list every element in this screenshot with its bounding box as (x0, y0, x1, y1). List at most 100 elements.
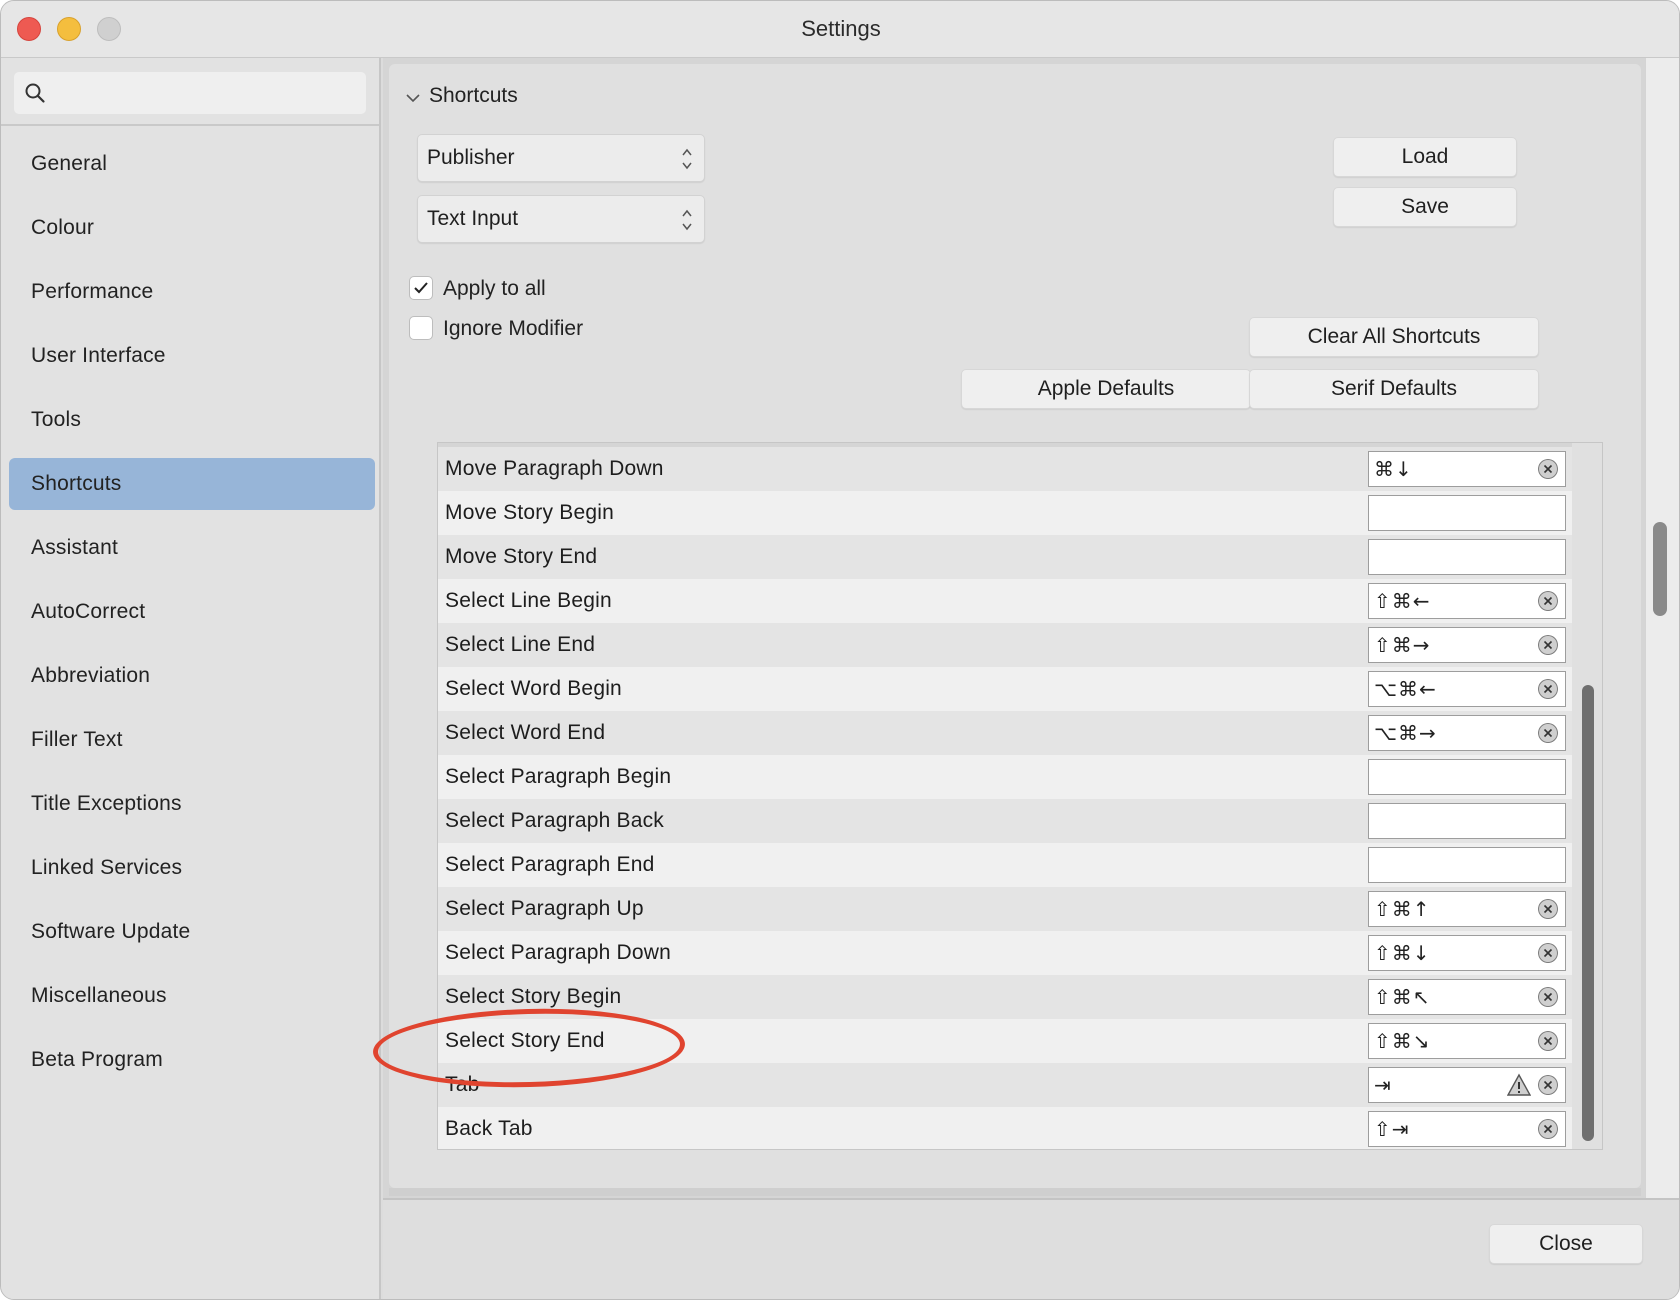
table-row[interactable]: Select Paragraph End (438, 843, 1572, 887)
shortcut-key-field[interactable] (1368, 847, 1566, 883)
shortcut-key-field[interactable] (1368, 803, 1566, 839)
table-row[interactable]: Select Word End ⌥⌘→ (438, 711, 1572, 755)
shortcut-name: Back Tab (445, 1117, 533, 1140)
sidebar-item-software-update[interactable]: Software Update (9, 900, 375, 964)
sidebar-item-general[interactable]: General (9, 132, 375, 196)
shortcut-key-combo: ⇧⌘↖ (1374, 985, 1431, 1009)
clear-shortcut-icon[interactable] (1538, 1075, 1558, 1095)
up-down-arrows-icon (682, 148, 692, 170)
sidebar-item-abbreviation[interactable]: Abbreviation (9, 644, 375, 708)
shortcut-key-field[interactable]: ⇧⌘← (1368, 583, 1566, 619)
shortcut-name: Select Line End (445, 633, 596, 656)
shortcut-key-field[interactable] (1368, 539, 1566, 575)
shortcut-key-combo: ⇧⌘↘ (1374, 1029, 1431, 1053)
chevron-down-icon[interactable] (405, 90, 421, 106)
sidebar-item-beta-program[interactable]: Beta Program (9, 1028, 375, 1092)
main-panel: Shortcuts Publisher Text Input Load Save (383, 58, 1679, 1299)
category-select[interactable]: Text Input (417, 195, 705, 243)
shortcut-name: Select Paragraph Down (445, 941, 671, 964)
search-input[interactable] (58, 78, 354, 108)
shortcut-key-field[interactable]: ⌥⌘← (1368, 671, 1566, 707)
shortcut-key-combo: ⌘↓ (1374, 457, 1413, 481)
table-row[interactable]: Select Line End ⇧⌘→ (438, 623, 1572, 667)
shortcut-key-field[interactable] (1368, 495, 1566, 531)
title-bar: Settings (1, 1, 1679, 58)
shortcut-name: Select Word End (445, 721, 606, 744)
sidebar-item-shortcuts[interactable]: Shortcuts (9, 458, 375, 510)
serif-defaults-button[interactable]: Serif Defaults (1249, 369, 1539, 409)
shortcut-key-combo: ⌥⌘→ (1374, 721, 1437, 745)
shortcut-name: Select Paragraph Begin (445, 765, 672, 788)
table-row[interactable]: Select Paragraph Up ⇧⌘↑ (438, 887, 1572, 931)
sidebar-item-tools[interactable]: Tools (9, 388, 375, 452)
clear-shortcut-icon[interactable] (1538, 723, 1558, 743)
shortcut-key-field[interactable]: ⇧⌘↓ (1368, 935, 1566, 971)
table-row[interactable]: Select Paragraph Begin (438, 755, 1572, 799)
close-button[interactable]: Close (1489, 1224, 1643, 1264)
shortcut-name: Select Paragraph Back (445, 809, 664, 832)
table-row[interactable]: Move Story End (438, 535, 1572, 579)
panel-scrollbar-thumb[interactable] (1653, 522, 1667, 616)
clear-shortcut-icon[interactable] (1538, 899, 1558, 919)
sidebar-item-user-interface[interactable]: User Interface (9, 324, 375, 388)
shortcut-key-field[interactable]: ⇧⌘↖ (1368, 979, 1566, 1015)
search-field[interactable] (14, 72, 366, 114)
clear-shortcut-icon[interactable] (1538, 679, 1558, 699)
application-select[interactable]: Publisher (417, 134, 705, 182)
footer-bar: Close (383, 1198, 1679, 1299)
clear-shortcut-icon[interactable] (1538, 943, 1558, 963)
shortcut-key-field[interactable]: ⇧⌘↑ (1368, 891, 1566, 927)
sidebar-item-miscellaneous[interactable]: Miscellaneous (9, 964, 375, 1028)
sidebar-item-performance[interactable]: Performance (9, 260, 375, 324)
table-scrollbar-thumb[interactable] (1582, 685, 1594, 1141)
shortcut-key-field[interactable]: ⌥⌘→ (1368, 715, 1566, 751)
sidebar-item-linked-services[interactable]: Linked Services (9, 836, 375, 900)
sidebar-item-title-exceptions[interactable]: Title Exceptions (9, 772, 375, 836)
table-row[interactable]: Move Story Begin (438, 491, 1572, 535)
save-button[interactable]: Save (1333, 187, 1517, 227)
sidebar: General Colour Performance User Interface To… (1, 58, 381, 1299)
sidebar-item-autocorrect[interactable]: AutoCorrect (9, 580, 375, 644)
shortcut-name: Move Paragraph Down (445, 457, 664, 480)
apply-to-all-checkbox[interactable] (409, 276, 433, 300)
shortcut-key-field[interactable]: ⇧⇥ (1368, 1111, 1566, 1147)
shortcut-key-combo: ⇧⇥ (1374, 1117, 1410, 1141)
clear-shortcut-icon[interactable] (1538, 1119, 1558, 1139)
table-row[interactable]: Select Paragraph Down ⇧⌘↓ (438, 931, 1572, 975)
shortcut-key-field[interactable] (1368, 759, 1566, 795)
table-row[interactable]: Move Paragraph Down ⌘↓ (438, 447, 1572, 491)
table-row[interactable]: Select Word Begin ⌥⌘← (438, 667, 1572, 711)
shortcut-key-combo: ⇧⌘← (1374, 589, 1431, 613)
shortcut-key-combo: ⇧⌘→ (1374, 633, 1431, 657)
shortcut-key-combo: ⇧⌘↑ (1374, 897, 1431, 921)
load-button[interactable]: Load (1333, 137, 1517, 177)
ignore-modifier-checkbox[interactable] (409, 316, 433, 340)
window-title: Settings (801, 16, 881, 41)
shortcut-name: Select Word Begin (445, 677, 622, 700)
clear-all-shortcuts-button[interactable]: Clear All Shortcuts (1249, 317, 1539, 357)
next-section-edge (389, 1188, 1641, 1196)
clear-shortcut-icon[interactable] (1538, 591, 1558, 611)
shortcut-key-field[interactable]: ⌘↓ (1368, 451, 1566, 487)
clear-shortcut-icon[interactable] (1538, 635, 1558, 655)
shortcut-key-field[interactable]: ⇧⌘→ (1368, 627, 1566, 663)
apple-defaults-button[interactable]: Apple Defaults (961, 369, 1251, 409)
clear-shortcut-icon[interactable] (1538, 1031, 1558, 1051)
shortcut-key-combo: ⌥⌘← (1374, 677, 1437, 701)
shortcut-name: Move Story Begin (445, 501, 614, 524)
shortcut-key-field[interactable]: ⇧⌘↘ (1368, 1023, 1566, 1059)
shortcut-name: Move Story End (445, 545, 598, 568)
checkmark-icon (414, 282, 428, 294)
clear-shortcut-icon[interactable] (1538, 987, 1558, 1007)
clear-shortcut-icon[interactable] (1538, 459, 1558, 479)
table-row[interactable]: Back Tab ⇧⇥ (438, 1107, 1572, 1149)
sidebar-item-colour[interactable]: Colour (9, 196, 375, 260)
table-row[interactable]: Select Paragraph Back (438, 799, 1572, 843)
shortcut-key-combo: ⇥ (1374, 1073, 1392, 1097)
warning-icon (1507, 1073, 1531, 1096)
shortcut-key-field[interactable]: ⇥ (1368, 1067, 1566, 1103)
apply-to-all-label: Apply to all (443, 277, 546, 300)
sidebar-item-assistant[interactable]: Assistant (9, 516, 375, 580)
table-row[interactable]: Select Line Begin ⇧⌘← (438, 579, 1572, 623)
sidebar-item-filler-text[interactable]: Filler Text (9, 708, 375, 772)
